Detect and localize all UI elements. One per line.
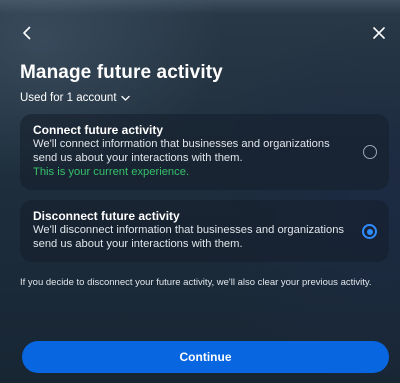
current-experience-note: This is your current experience. (33, 166, 190, 178)
continue-button[interactable]: Continue (22, 341, 389, 373)
page-title: Manage future activity (20, 62, 223, 83)
account-selector[interactable]: Used for 1 account (20, 92, 130, 104)
manage-future-activity-dialog: Manage future activity Used for 1 accoun… (0, 0, 400, 383)
radio-disconnect[interactable] (362, 224, 377, 239)
option-title: Disconnect future activity (33, 209, 180, 223)
option-disconnect-future-activity[interactable]: Disconnect future activity We'll disconn… (20, 200, 389, 262)
background-hint (0, 0, 400, 14)
account-selector-label: Used for 1 account (20, 92, 117, 104)
option-description: We'll connect information that businesse… (33, 138, 330, 164)
option-title: Connect future activity (33, 123, 164, 137)
disconnect-footnote: If you decide to disconnect your future … (20, 277, 372, 288)
back-button[interactable] (18, 24, 36, 42)
radio-connect[interactable] (363, 145, 377, 159)
close-icon (373, 27, 385, 39)
option-connect-future-activity[interactable]: Connect future activity We'll connect in… (20, 114, 389, 190)
chevron-left-icon (23, 26, 31, 40)
close-button[interactable] (370, 24, 388, 42)
radio-selected-dot (366, 228, 373, 235)
option-description: We'll disconnect information that busine… (33, 224, 345, 250)
chevron-down-icon (120, 95, 130, 101)
